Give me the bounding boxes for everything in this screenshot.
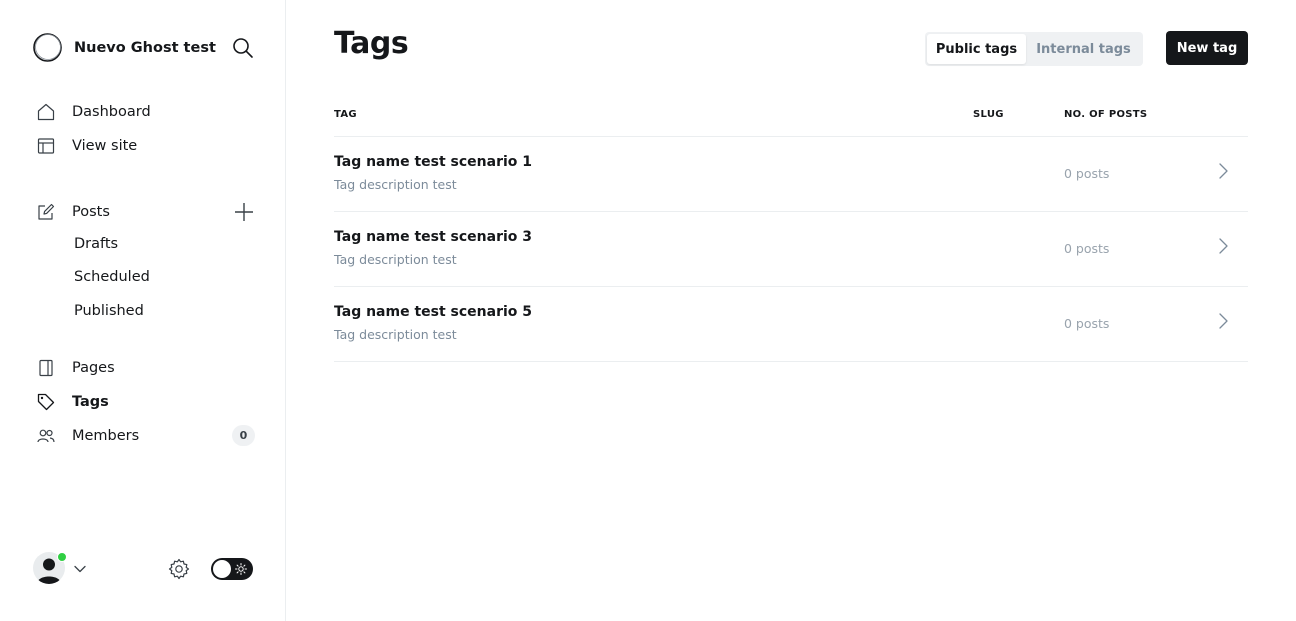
members-icon [36, 426, 56, 446]
tag-post-count: 0 posts [1064, 166, 1110, 181]
site-name: Nuevo Ghost test [74, 39, 216, 56]
edit-icon [36, 202, 56, 222]
page-icon [36, 358, 56, 378]
tag-post-count: 0 posts [1064, 316, 1110, 331]
nav-posts-scheduled[interactable]: Scheduled [74, 269, 150, 285]
nav-members-label: Members [72, 428, 140, 444]
add-post-icon[interactable] [233, 201, 255, 223]
column-header-posts: NO. OF POSTS [1064, 109, 1148, 120]
tag-name: Tag name test scenario 5 [334, 304, 533, 320]
tag-icon [36, 392, 56, 412]
tag-description: Tag description test [334, 252, 457, 267]
site-logo-icon [33, 33, 62, 62]
nav-members[interactable]: Members [36, 424, 139, 448]
tag-description: Tag description test [334, 177, 457, 192]
home-icon [36, 102, 56, 122]
members-count-badge: 0 [232, 425, 255, 446]
tag-post-count: 0 posts [1064, 241, 1110, 256]
table-row[interactable]: Tag name test scenario 5 Tag description… [334, 286, 1248, 361]
new-tag-button[interactable]: New tag [1166, 31, 1248, 65]
chevron-down-icon[interactable] [73, 562, 87, 576]
theme-toggle-knob [213, 560, 231, 578]
tag-name: Tag name test scenario 1 [334, 154, 533, 170]
column-header-slug: SLUG [973, 109, 1004, 120]
nav-posts[interactable]: Posts [36, 200, 110, 224]
nav-tags[interactable]: Tags [36, 390, 109, 414]
divider [334, 361, 1248, 362]
sun-icon [235, 563, 247, 575]
tab-internal-tags[interactable]: Internal tags [1026, 34, 1141, 64]
online-status-dot [57, 552, 67, 562]
page-title: Tags [334, 26, 409, 61]
column-header-tag: TAG [334, 109, 357, 120]
tag-description: Tag description test [334, 327, 457, 342]
nav-dashboard-label: Dashboard [72, 104, 151, 120]
nav-view-site[interactable]: View site [36, 134, 137, 158]
table-row[interactable]: Tag name test scenario 3 Tag description… [334, 211, 1248, 286]
theme-toggle[interactable] [211, 558, 253, 580]
nav-posts-published[interactable]: Published [74, 303, 144, 319]
brand[interactable]: Nuevo Ghost test [32, 32, 216, 63]
nav-pages[interactable]: Pages [36, 356, 115, 380]
gear-icon[interactable] [167, 557, 191, 581]
search-icon[interactable] [232, 37, 254, 59]
chevron-right-icon [1219, 163, 1228, 179]
sidebar: Nuevo Ghost test Dashboard View site Pos… [0, 0, 286, 621]
chevron-right-icon [1219, 313, 1228, 329]
nav-pages-label: Pages [72, 360, 115, 376]
tag-type-switch: Public tags Internal tags [925, 32, 1143, 66]
nav-posts-drafts[interactable]: Drafts [74, 236, 118, 252]
nav-view-site-label: View site [72, 138, 138, 154]
table-row[interactable]: Tag name test scenario 1 Tag description… [334, 136, 1248, 211]
layout-icon [36, 136, 56, 156]
tab-public-tags[interactable]: Public tags [927, 34, 1026, 64]
chevron-right-icon [1219, 238, 1228, 254]
nav-dashboard[interactable]: Dashboard [36, 100, 151, 124]
nav-tags-label: Tags [72, 394, 109, 410]
tag-name: Tag name test scenario 3 [334, 229, 533, 245]
nav-posts-label: Posts [72, 204, 110, 220]
